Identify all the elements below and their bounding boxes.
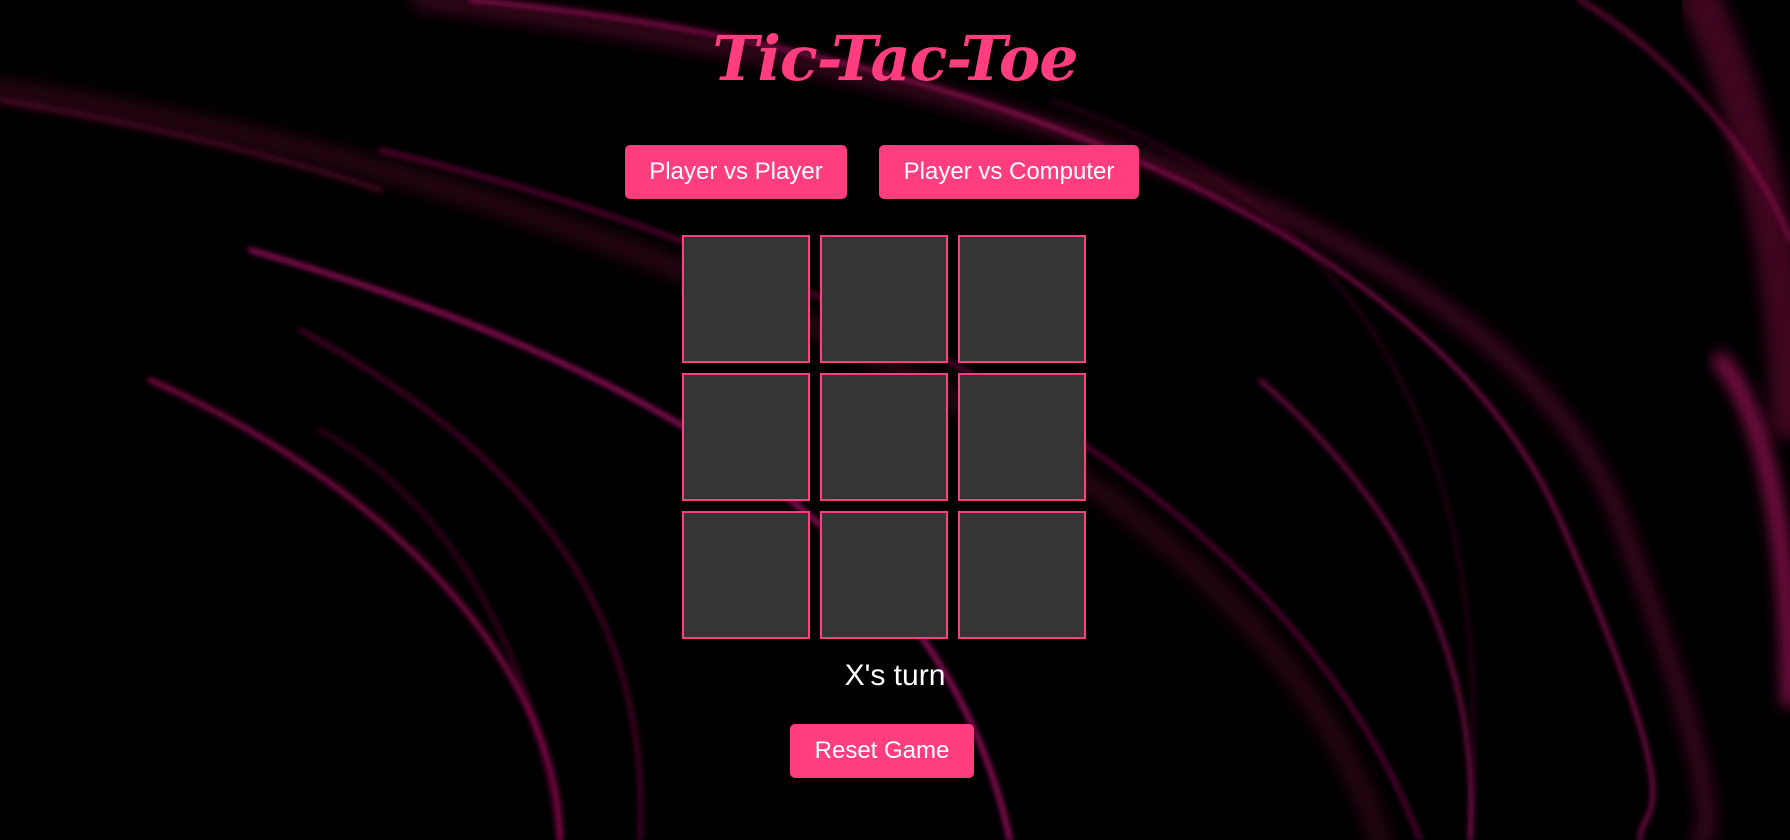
board-cell-7[interactable]	[682, 511, 810, 639]
turn-status: X's turn	[844, 659, 946, 692]
board-cell-2[interactable]	[820, 235, 948, 363]
reset-game-button[interactable]: Reset Game	[790, 724, 974, 778]
game-title: Tic-Tac-Toe	[712, 22, 1078, 95]
board-cell-6[interactable]	[958, 373, 1086, 501]
board-cell-5[interactable]	[820, 373, 948, 501]
board-cell-3[interactable]	[958, 235, 1086, 363]
board-cell-8[interactable]	[820, 511, 948, 639]
game-board	[682, 235, 1086, 639]
board-cell-9[interactable]	[958, 511, 1086, 639]
player-vs-player-button[interactable]: Player vs Player	[625, 145, 847, 199]
board-cell-1[interactable]	[682, 235, 810, 363]
player-vs-computer-button[interactable]: Player vs Computer	[879, 145, 1139, 199]
board-cell-4[interactable]	[682, 373, 810, 501]
game-app: Tic-Tac-Toe Player vs Player Player vs C…	[0, 0, 1790, 840]
